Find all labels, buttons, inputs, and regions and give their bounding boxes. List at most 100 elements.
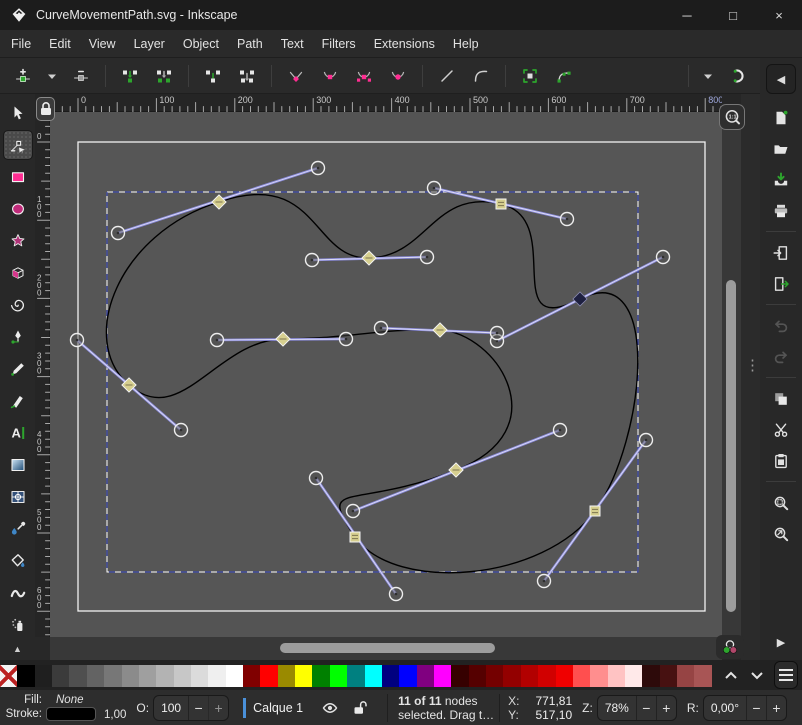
palette-swatch[interactable] <box>556 665 573 687</box>
menu-object[interactable]: Object <box>174 32 228 56</box>
tool-box-3d[interactable] <box>4 259 32 287</box>
menu-text[interactable]: Text <box>272 32 313 56</box>
palette-swatch[interactable] <box>191 665 208 687</box>
node-auto-button[interactable] <box>383 62 413 90</box>
tool-spiral[interactable] <box>4 291 32 319</box>
segment-curve-button[interactable] <box>466 62 496 90</box>
object-to-path-button[interactable] <box>515 62 545 90</box>
splitter-handle-icon[interactable]: ⋮ <box>745 356 760 374</box>
zoom-selection-button[interactable] <box>766 489 796 516</box>
tool-text[interactable]: A <box>4 419 32 447</box>
horizontal-scrollbar[interactable] <box>50 637 722 660</box>
import-document-button[interactable] <box>766 239 796 266</box>
new-document-button[interactable] <box>766 104 796 131</box>
palette-scroll-down-button[interactable] <box>744 663 770 687</box>
menu-file[interactable]: File <box>2 32 40 56</box>
tool-rectangle[interactable] <box>4 163 32 191</box>
rotation-value[interactable]: 0,00° <box>704 696 746 720</box>
zoom-decrease-button[interactable]: − <box>636 696 656 720</box>
tool-calligraphy[interactable] <box>4 387 32 415</box>
palette-swatch[interactable] <box>69 665 86 687</box>
node-symmetric-button[interactable] <box>349 62 379 90</box>
layer-name[interactable]: Calque 1 <box>253 701 303 715</box>
opacity-increase-button[interactable]: + <box>208 696 228 720</box>
palette-swatch[interactable] <box>139 665 156 687</box>
palette-swatch[interactable] <box>174 665 191 687</box>
print-document-button[interactable] <box>766 197 796 224</box>
delete-node-button[interactable] <box>66 62 96 90</box>
toolbar-overflow-dropdown[interactable] <box>698 62 718 90</box>
menu-path[interactable]: Path <box>228 32 272 56</box>
palette-swatch[interactable] <box>243 665 260 687</box>
palette-swatch[interactable] <box>660 665 677 687</box>
palette-swatch[interactable] <box>122 665 139 687</box>
tool-gradient[interactable] <box>4 451 32 479</box>
palette-swatch[interactable] <box>469 665 486 687</box>
layer-lock-icon[interactable] <box>349 698 371 718</box>
tool-pen[interactable] <box>4 323 32 351</box>
palette-swatch[interactable] <box>573 665 590 687</box>
opacity-decrease-button[interactable]: − <box>188 696 208 720</box>
layer-visibility-eye-icon[interactable] <box>319 698 341 718</box>
tool-ellipse[interactable] <box>4 195 32 223</box>
palette-swatch[interactable] <box>278 665 295 687</box>
undo-button[interactable] <box>766 312 796 339</box>
quick-zoom-button[interactable]: 1:1 <box>719 104 745 130</box>
ruler-lock-icon[interactable] <box>36 97 55 121</box>
palette-swatch[interactable] <box>625 665 642 687</box>
palette-swatch[interactable] <box>35 665 52 687</box>
segment-line-button[interactable] <box>432 62 462 90</box>
collapse-panel-button[interactable]: ◀ <box>766 64 796 94</box>
palette-swatch[interactable] <box>608 665 625 687</box>
save-document-button[interactable] <box>766 166 796 193</box>
palette-swatch[interactable] <box>503 665 520 687</box>
palette-swatch[interactable] <box>434 665 451 687</box>
palette-swatch[interactable] <box>52 665 69 687</box>
palette-swatch[interactable] <box>295 665 312 687</box>
tool-mesh[interactable] <box>4 483 32 511</box>
insert-node-dropdown[interactable] <box>42 62 62 90</box>
canvas[interactable] <box>50 112 722 637</box>
menu-edit[interactable]: Edit <box>40 32 80 56</box>
palette-swatch[interactable] <box>486 665 503 687</box>
fill-value[interactable]: None <box>46 694 126 706</box>
palette-swatch[interactable] <box>642 665 659 687</box>
palette-swatch[interactable] <box>330 665 347 687</box>
paste-button[interactable] <box>766 447 796 474</box>
rotation-increase-button[interactable]: + <box>766 696 786 720</box>
palette-swatch[interactable] <box>590 665 607 687</box>
close-button[interactable]: × <box>756 0 802 30</box>
color-managed-mode-icon[interactable] <box>716 635 744 659</box>
palette-menu-button[interactable] <box>774 661 798 689</box>
tool-dropper[interactable] <box>4 515 32 543</box>
join-nodes-button[interactable] <box>115 62 145 90</box>
zoom-drawing-button[interactable] <box>766 520 796 547</box>
open-document-button[interactable] <box>766 135 796 162</box>
break-nodes-button[interactable] <box>198 62 228 90</box>
minimize-button[interactable]: ─ <box>664 0 710 30</box>
palette-swatch[interactable] <box>87 665 104 687</box>
palette-swatch[interactable] <box>399 665 416 687</box>
export-document-button[interactable] <box>766 270 796 297</box>
palette-swatch[interactable] <box>17 665 34 687</box>
menu-filters[interactable]: Filters <box>313 32 365 56</box>
menu-layer[interactable]: Layer <box>125 32 174 56</box>
toolbox-overflow-button[interactable]: ▲ <box>13 644 22 654</box>
palette-swatch[interactable] <box>677 665 694 687</box>
panel-splitter[interactable]: ⋮ <box>741 94 760 660</box>
horizontal-ruler[interactable]: 0100200300400500600700800 <box>50 94 722 112</box>
cut-button[interactable] <box>766 416 796 443</box>
palette-swatch[interactable] <box>417 665 434 687</box>
palette-swatch[interactable] <box>208 665 225 687</box>
fill-stroke-indicator[interactable]: Fill: None Stroke: 1,00 <box>2 694 126 722</box>
node-smooth-button[interactable] <box>315 62 345 90</box>
tool-paint-bucket[interactable] <box>4 547 32 575</box>
palette-swatch[interactable] <box>312 665 329 687</box>
delete-segment-button[interactable] <box>232 62 262 90</box>
palette-swatch[interactable] <box>104 665 121 687</box>
menu-view[interactable]: View <box>80 32 125 56</box>
palette-swatch[interactable] <box>694 665 711 687</box>
zoom-increase-button[interactable]: + <box>656 696 676 720</box>
menu-extensions[interactable]: Extensions <box>365 32 444 56</box>
palette-swatch[interactable] <box>538 665 555 687</box>
